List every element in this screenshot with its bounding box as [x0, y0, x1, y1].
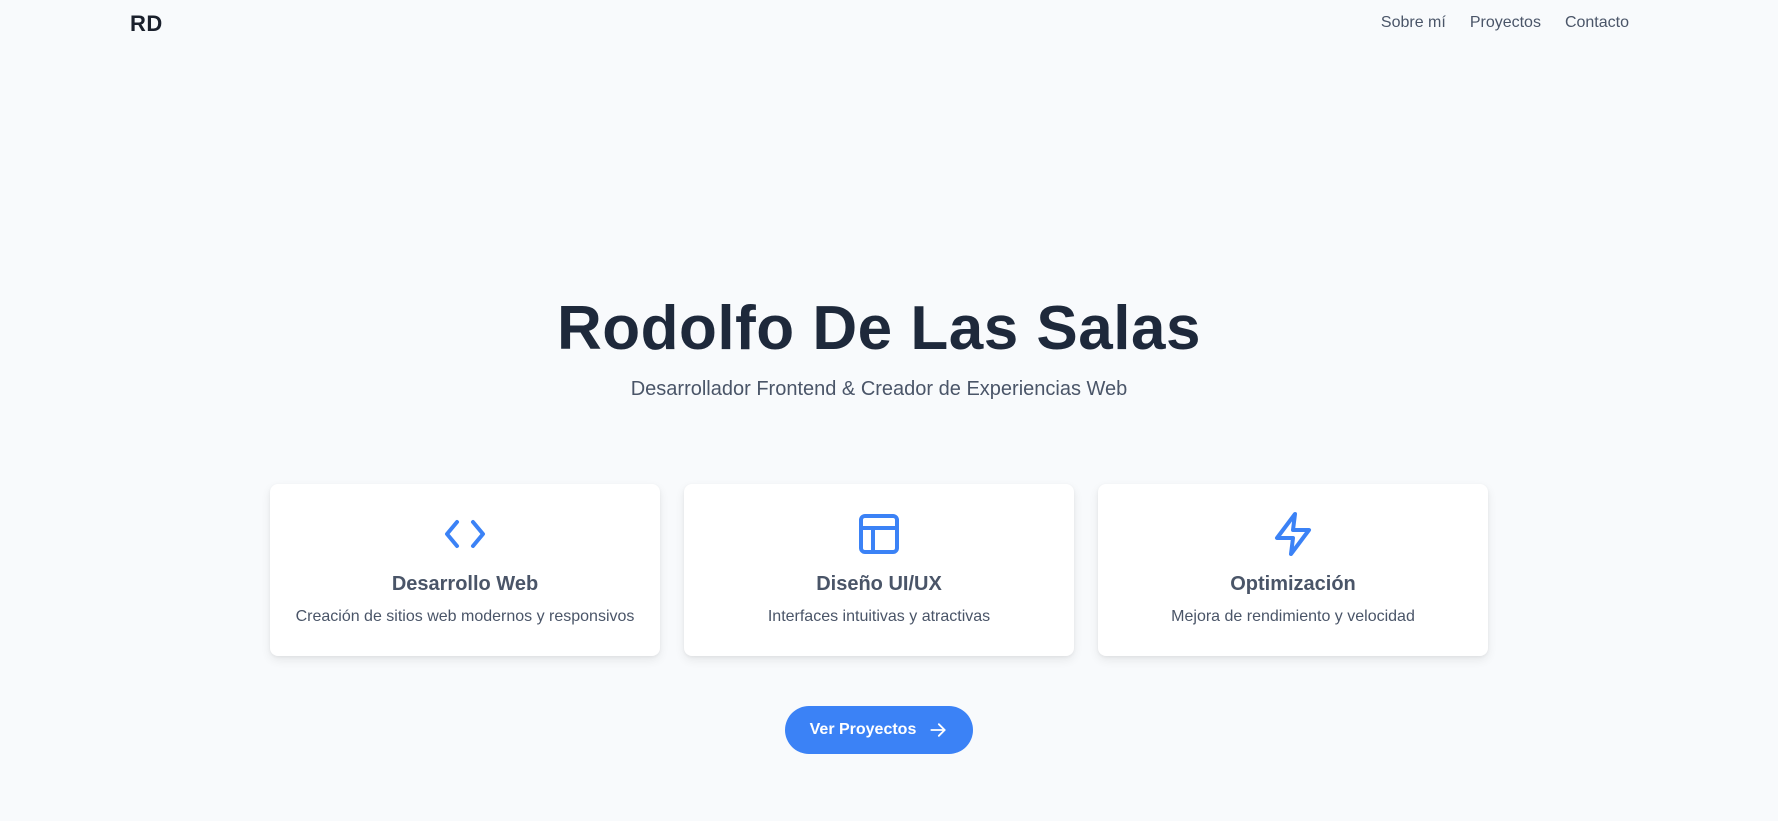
card-description: Creación de sitios web modernos y respon… [295, 608, 635, 625]
nav-links: Sobre mí Proyectos Contacto [1381, 14, 1629, 32]
feature-card-diseno-ui-ux: Diseño UI/UX Interfaces intuitivas y atr… [684, 484, 1074, 656]
feature-card-optimizacion: Optimización Mejora de rendimiento y vel… [1098, 484, 1488, 656]
nav-link-proyectos[interactable]: Proyectos [1470, 14, 1541, 32]
layout-icon [855, 510, 903, 558]
hero-title: Rodolfo De Las Salas [557, 294, 1201, 363]
cta-label: Ver Proyectos [809, 721, 917, 738]
card-title: Optimización [1230, 573, 1356, 595]
code-icon [441, 510, 489, 558]
arrow-right-icon [928, 720, 948, 740]
nav-link-contacto[interactable]: Contacto [1565, 14, 1629, 32]
feature-card-desarrollo-web: Desarrollo Web Creación de sitios web mo… [270, 484, 660, 656]
card-title: Desarrollo Web [391, 573, 539, 595]
ver-proyectos-button[interactable]: Ver Proyectos [785, 706, 973, 754]
feature-cards: Desarrollo Web Creación de sitios web mo… [270, 484, 1488, 656]
card-description: Mejora de rendimiento y velocidad [1171, 608, 1415, 625]
card-title: Diseño UI/UX [816, 573, 942, 595]
top-nav: RD Sobre mí Proyectos Contacto [0, 0, 1778, 46]
page: RD Sobre mí Proyectos Contacto Rodolfo D… [0, 0, 1778, 821]
nav-link-sobre-mi[interactable]: Sobre mí [1381, 14, 1446, 32]
logo[interactable]: RD [130, 11, 163, 37]
lightning-icon [1269, 510, 1317, 558]
hero-subtitle: Desarrollador Frontend & Creador de Expe… [630, 378, 1128, 400]
card-description: Interfaces intuitivas y atractivas [767, 608, 991, 625]
